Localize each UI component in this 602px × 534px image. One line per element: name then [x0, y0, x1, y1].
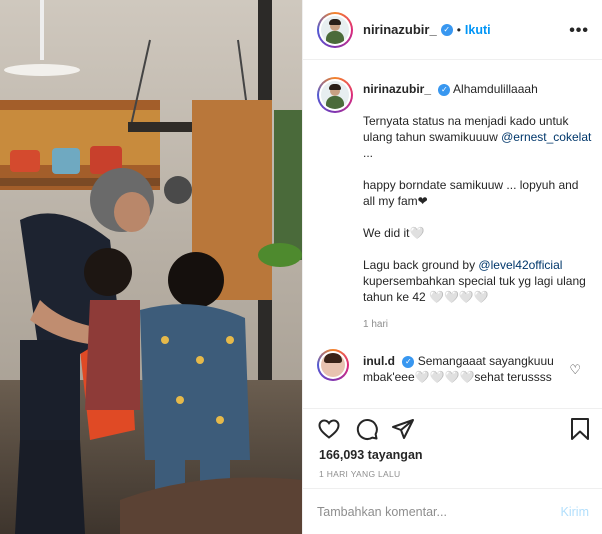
comment-icon[interactable] — [355, 417, 379, 441]
mention-link[interactable]: @level42official — [478, 258, 562, 272]
add-comment-form: Kirim — [303, 488, 602, 534]
caption-timestamp[interactable]: 1 hari — [363, 317, 593, 333]
verified-badge-icon: ✓ — [402, 355, 415, 368]
post-photo[interactable] — [0, 0, 302, 534]
comment-like-heart-icon[interactable]: ♡ — [569, 362, 581, 378]
caption-username[interactable]: nirinazubir_ — [363, 82, 431, 96]
comment-input[interactable] — [317, 504, 561, 519]
more-options-icon[interactable]: ••• — [569, 22, 589, 40]
caption-paragraph: happy borndate samikuuw ... lopyuh and a… — [363, 178, 579, 208]
post-panel: nirinazubir_ ✓ • Ikuti ••• nirinazubir_ … — [302, 0, 602, 534]
view-count[interactable]: 166,093 tayangan — [319, 448, 423, 462]
verified-badge-icon: ✓ — [440, 23, 453, 36]
bookmark-icon[interactable] — [569, 417, 591, 441]
caption-text: Lagu back ground by — [363, 258, 479, 272]
photo-illustration — [0, 0, 302, 534]
follow-button[interactable]: Ikuti — [465, 23, 491, 37]
caption-ellipsis: ... — [363, 146, 374, 160]
post-date[interactable]: 1 HARI YANG LALU — [319, 469, 401, 479]
share-icon[interactable] — [391, 417, 415, 441]
commenter-avatar[interactable] — [317, 349, 349, 381]
caption-text: kupersembahkan special tuk yg lagi ulang… — [363, 274, 586, 304]
heart-icon[interactable] — [317, 417, 341, 441]
caption-paragraph: We did it🤍 — [363, 226, 425, 240]
caption-avatar[interactable] — [317, 77, 353, 113]
action-bar: 166,093 tayangan 1 HARI YANG LALU — [303, 408, 602, 488]
comments-section: nirinazubir_ ✓ Alhamdulillaaah Ternyata … — [303, 61, 602, 408]
author-avatar[interactable] — [317, 11, 353, 48]
post-header: nirinazubir_ ✓ • Ikuti ••• — [303, 0, 602, 60]
caption-first-line: Alhamdulillaaah — [453, 82, 538, 96]
post-comment-button[interactable]: Kirim — [561, 505, 589, 519]
commenter-username[interactable]: inul.d — [363, 354, 395, 368]
separator-dot: • — [456, 22, 461, 37]
verified-badge-icon: ✓ — [438, 83, 451, 96]
mention-link[interactable]: @ernest_cokelat — [501, 130, 591, 144]
author-username[interactable]: nirinazubir_ — [363, 22, 437, 37]
